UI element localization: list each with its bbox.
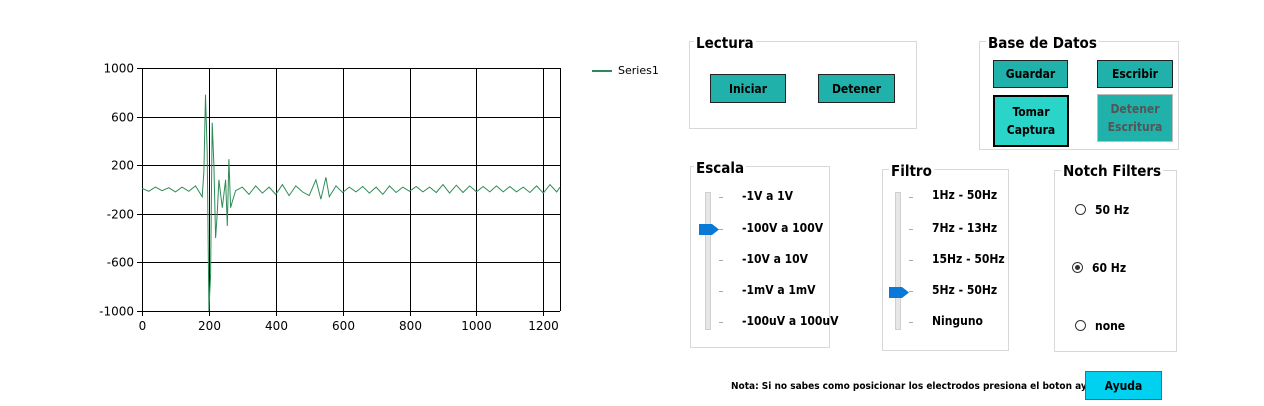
tomar-captura-label-2: Captura bbox=[1006, 123, 1056, 137]
escala-option-5: -100uV a 100uV bbox=[742, 314, 839, 328]
escribir-button[interactable]: Escribir bbox=[1097, 60, 1173, 88]
signal-chart: 0 200 400 600 800 1000 1200 1000 600 200 -200 -600 -… bbox=[99, 62, 561, 333]
filtro-trackbar-track[interactable] bbox=[895, 192, 901, 330]
notch-50hz-label: 50 Hz bbox=[1095, 203, 1130, 217]
lectura-title: Lectura bbox=[694, 34, 756, 52]
escala-trackbar-track[interactable] bbox=[705, 192, 711, 330]
tomar-captura-label-1: Tomar bbox=[1012, 105, 1050, 119]
y-tick-label: -200 bbox=[107, 208, 134, 222]
filtro-option-3: 15Hz - 50Hz bbox=[932, 252, 1005, 266]
detener-button[interactable]: Detener bbox=[818, 74, 895, 103]
filtro-tick bbox=[909, 291, 913, 292]
y-tick-label: 1000 bbox=[103, 62, 134, 76]
notch-60hz-label: 60 Hz bbox=[1092, 261, 1127, 275]
escala-tick bbox=[719, 260, 723, 261]
x-tick-label: 200 bbox=[198, 319, 221, 333]
filtro-option-1: 1Hz - 50Hz bbox=[932, 188, 998, 202]
escala-tick bbox=[719, 229, 723, 230]
notch-none-label: none bbox=[1095, 319, 1126, 333]
notch-none-radio[interactable] bbox=[1075, 320, 1086, 331]
escala-tick bbox=[719, 197, 723, 198]
y-tick-label: 200 bbox=[111, 159, 134, 173]
filtro-tick bbox=[909, 322, 913, 323]
y-tick-label: -1000 bbox=[99, 305, 134, 319]
detener-escritura-label-2: Escritura bbox=[1107, 120, 1163, 134]
x-tick-label: 1000 bbox=[461, 319, 492, 333]
notch-filters-title: Notch Filters bbox=[1061, 162, 1164, 180]
detener-escritura-label-1: Detener bbox=[1110, 102, 1160, 116]
y-tick-label: -600 bbox=[107, 256, 134, 270]
escala-option-2: -100V a 100V bbox=[742, 221, 824, 235]
series1-line bbox=[141, 94, 561, 312]
filtro-option-2: 7Hz - 13Hz bbox=[932, 221, 998, 235]
filtro-tick bbox=[909, 229, 913, 230]
escala-option-3: -10V a 10V bbox=[742, 252, 809, 266]
x-tick-label: 0 bbox=[139, 319, 147, 333]
y-tick-label: 600 bbox=[111, 111, 134, 125]
filtro-option-5: Ninguno bbox=[932, 314, 983, 328]
x-tick-label: 800 bbox=[399, 319, 422, 333]
notch-50hz-radio[interactable] bbox=[1075, 204, 1086, 215]
iniciar-button[interactable]: Iniciar bbox=[710, 74, 786, 103]
x-tick-label: 600 bbox=[332, 319, 355, 333]
filtro-tick bbox=[909, 260, 913, 261]
filtro-title: Filtro bbox=[889, 162, 934, 180]
tomar-captura-button[interactable]: Tomar Captura bbox=[993, 95, 1069, 147]
escala-tick bbox=[719, 322, 723, 323]
help-note: Nota: Si no sabes como posicionar los el… bbox=[731, 381, 1124, 392]
detener-escritura-button[interactable]: Detener Escritura bbox=[1097, 94, 1173, 142]
filtro-tick bbox=[909, 197, 913, 198]
escala-option-4: -1mV a 1mV bbox=[742, 283, 816, 297]
notch-60hz-radio[interactable] bbox=[1072, 262, 1083, 273]
escala-option-1: -1V a 1V bbox=[742, 189, 794, 203]
filtro-option-4: 5Hz - 50Hz bbox=[932, 283, 998, 297]
filtro-slider-thumb[interactable] bbox=[889, 287, 909, 298]
base-de-datos-title: Base de Datos bbox=[986, 34, 1099, 52]
x-tick-label: 400 bbox=[265, 319, 288, 333]
legend-series1-swatch bbox=[592, 70, 612, 72]
ayuda-button[interactable]: Ayuda bbox=[1085, 371, 1162, 400]
escala-slider-thumb[interactable] bbox=[699, 224, 719, 235]
escala-tick bbox=[719, 291, 723, 292]
x-tick-label: 1200 bbox=[528, 319, 559, 333]
legend-series1-label: Series1 bbox=[618, 64, 659, 77]
escala-title: Escala bbox=[694, 159, 747, 177]
guardar-button[interactable]: Guardar bbox=[993, 60, 1068, 88]
chart-grid bbox=[137, 68, 561, 316]
